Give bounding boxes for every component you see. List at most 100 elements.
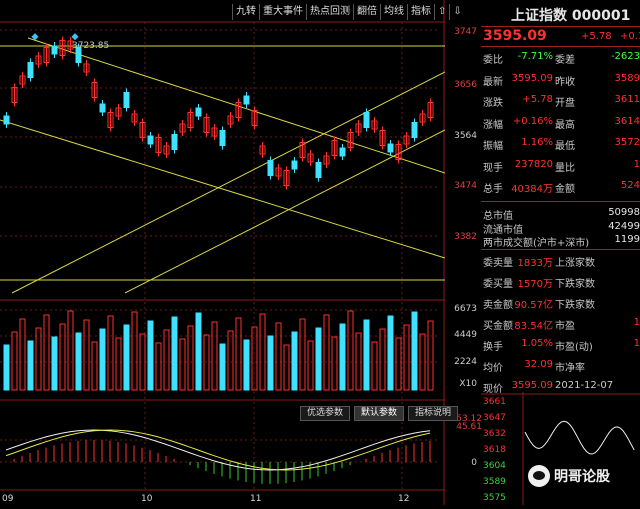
volume-bar xyxy=(387,315,394,391)
vol-tick-6673: 6673 xyxy=(454,304,477,314)
mini-tick: 3647 xyxy=(483,413,506,423)
toolbar-item-5[interactable]: 指标 xyxy=(407,4,434,20)
volume-bars xyxy=(3,310,434,391)
volume-bar xyxy=(211,321,218,391)
quote-row: 委卖量 1833万 上涨家数 xyxy=(483,254,640,269)
watermark-text: 明哥论股 xyxy=(554,469,610,485)
volume-bar xyxy=(131,311,138,391)
volume-bar xyxy=(307,340,314,391)
volume-bar xyxy=(91,341,98,391)
x-label-12: 12 xyxy=(398,494,410,504)
x-label-10: 10 xyxy=(141,494,153,504)
watermark: 明哥论股 xyxy=(528,465,610,487)
volume-bar xyxy=(163,329,170,391)
quote-label-2: 市盈 xyxy=(555,321,575,332)
quote-label-2: 2021-12-07 xyxy=(555,380,614,391)
quote-value-2: 1 xyxy=(633,338,640,349)
quote-value: 90.57亿 xyxy=(514,300,553,311)
kline-chart-area[interactable]: 3723.85 xyxy=(0,0,446,505)
chart-svg: 3723.85 xyxy=(0,0,446,505)
volume-bar xyxy=(227,330,234,391)
intraday-mini-chart[interactable]: 3661 3647 3632 3618 3604 3589 3575 xyxy=(481,392,640,505)
volume-bar xyxy=(107,315,114,391)
volume-bar xyxy=(75,332,82,391)
volume-bar xyxy=(363,319,370,391)
quote-label-2: 金额 xyxy=(555,184,575,195)
high-annotation: 3723.85 xyxy=(72,41,109,51)
volume-bar xyxy=(147,320,154,391)
quote-label: 涨跌 xyxy=(483,98,503,109)
volume-bar xyxy=(283,344,290,391)
volume-bar xyxy=(83,319,90,391)
quote-label-2: 市盈(动) xyxy=(555,342,593,353)
quote-label: 买金额 xyxy=(483,321,513,332)
quote-row: 换手 1.05% 市盈(动) 1 xyxy=(483,338,640,353)
quote-value-2: 3614 xyxy=(614,115,640,127)
quote-row: 最新 3595.09 昨收 3589 xyxy=(483,73,640,88)
divider xyxy=(481,201,640,202)
quote-row: 均价 32.09 市净率 xyxy=(483,359,640,374)
x-label-09: 09 xyxy=(2,494,14,504)
price-axis: 3747 3656 3564 3474 3382 6673 4449 2224 … xyxy=(445,0,482,505)
indicator-buttons: 优选参数 默认参数 指标说明 xyxy=(300,406,459,421)
volume-bar xyxy=(339,323,346,391)
volume-bar xyxy=(379,328,386,391)
volume-bar xyxy=(331,336,338,391)
quote-label-2: 委差 xyxy=(555,55,575,66)
volume-bar xyxy=(299,318,306,391)
quote-value-2: 3611 xyxy=(614,94,640,105)
quote-label: 最新 xyxy=(483,76,503,88)
quote-label-2: 开盘 xyxy=(555,98,575,109)
toolbar-item-0[interactable]: 九转 xyxy=(232,4,259,20)
mini-tick: 3575 xyxy=(483,493,506,503)
quote-label: 现手 xyxy=(483,162,503,174)
optimal-params-button[interactable]: 优选参数 xyxy=(300,406,351,421)
volume-bar xyxy=(195,312,202,391)
chart-toolbar: 九转 重大事件 热点回测 翻倍 均线 指标 ⇧ ⇩ xyxy=(232,4,465,20)
quote-row: 流通市值 42499 xyxy=(483,220,640,236)
quote-label-2: 市净率 xyxy=(555,363,585,374)
quote-value: 3595.09 xyxy=(511,380,553,391)
quote-label-2: 量比 xyxy=(555,162,575,174)
volume-bar xyxy=(395,337,402,391)
quote-value: 1570万 xyxy=(517,279,553,290)
current-price: 3595.09 xyxy=(483,28,547,44)
divider xyxy=(481,26,640,27)
toolbar-item-3[interactable]: 翻倍 xyxy=(353,4,380,20)
volume-bar xyxy=(99,328,106,391)
default-params-button[interactable]: 默认参数 xyxy=(354,406,405,421)
macd-indicator xyxy=(5,429,431,484)
index-title: 上证指数 000001 xyxy=(511,8,631,24)
quote-label: 总手 xyxy=(483,184,503,195)
quote-row: 委买量 1570万 下跌家数 xyxy=(483,275,640,290)
quote-value-2: 1 xyxy=(633,158,640,170)
quote-value: 40384万 xyxy=(511,184,553,195)
tick-3747: 3747 xyxy=(454,27,477,37)
volume-bar xyxy=(243,339,250,391)
quote-value: 1.05% xyxy=(521,338,553,349)
volume-bar xyxy=(51,336,58,391)
tick-3474: 3474 xyxy=(454,181,477,191)
volume-bar xyxy=(59,323,66,391)
quote-row: 涨跌 +5.78 开盘 3611 xyxy=(483,94,640,109)
volume-bar xyxy=(179,338,186,391)
quote-row: 卖金额 90.57亿 下跌家数 xyxy=(483,296,640,311)
volume-bar xyxy=(291,331,298,391)
quote-row: 两市成交额(沪市+深市) 1199 xyxy=(483,234,640,249)
mini-price-line xyxy=(524,420,635,455)
price-change-pct: +0.1 xyxy=(620,31,640,42)
quote-value: +0.16% xyxy=(512,115,553,127)
mini-tick: 3589 xyxy=(483,477,506,487)
mini-tick: 3661 xyxy=(483,397,506,407)
macd-tick-0: 0 xyxy=(471,458,477,468)
indicator-help-button[interactable]: 指标说明 xyxy=(408,406,459,421)
toolbar-item-1[interactable]: 重大事件 xyxy=(259,4,306,20)
volume-bar xyxy=(115,337,122,391)
toolbar-item-2[interactable]: 热点回测 xyxy=(306,4,353,20)
quote-value-2: 1 xyxy=(633,317,640,328)
x-label-11: 11 xyxy=(250,494,262,504)
toolbar-item-4[interactable]: 均线 xyxy=(380,4,407,20)
quote-row: 委比 -7.71% 委差 -2623 xyxy=(483,51,640,66)
quote-value: 42499 xyxy=(608,220,640,232)
volume-bar xyxy=(403,324,410,391)
